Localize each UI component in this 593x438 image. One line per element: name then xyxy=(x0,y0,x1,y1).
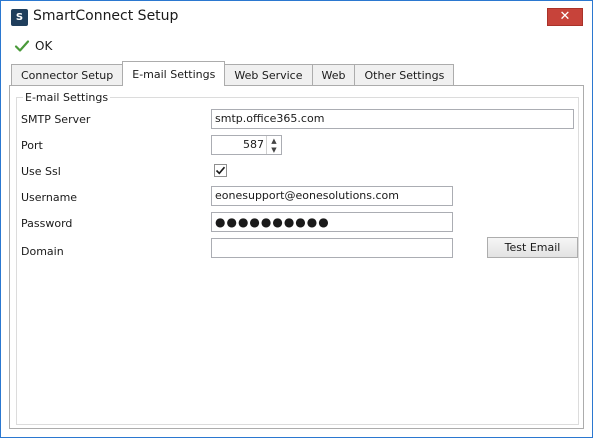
tab-connector-setup[interactable]: Connector Setup xyxy=(11,64,124,86)
app-icon: S xyxy=(11,9,28,26)
username-label: Username xyxy=(21,191,78,204)
spin-up-icon[interactable]: ▲ xyxy=(267,136,281,145)
group-title: E-mail Settings xyxy=(23,91,111,104)
window-title: SmartConnect Setup xyxy=(33,8,179,24)
tab-other-settings[interactable]: Other Settings xyxy=(354,64,455,86)
use-ssl-label: Use Ssl xyxy=(21,165,61,178)
port-stepper[interactable]: 587 ▲ ▼ xyxy=(211,135,282,155)
password-input[interactable]: ●●●●●●●●●● xyxy=(211,212,453,232)
password-label: Password xyxy=(21,217,73,230)
domain-input[interactable] xyxy=(211,238,453,258)
use-ssl-checkbox[interactable] xyxy=(214,164,227,177)
tab-web-service[interactable]: Web Service xyxy=(224,64,313,86)
spin-down-icon[interactable]: ▼ xyxy=(267,145,281,154)
checkmark-icon xyxy=(215,166,226,175)
username-input[interactable]: eonesupport@eonesolutions.com xyxy=(211,186,453,206)
ok-label: OK xyxy=(35,39,53,53)
tab-web[interactable]: Web xyxy=(311,64,356,86)
email-settings-panel: E-mail Settings SMTP Server smtp.office3… xyxy=(9,85,584,429)
port-value: 587 xyxy=(243,138,264,151)
port-label: Port xyxy=(21,139,43,152)
email-settings-group: E-mail Settings xyxy=(16,91,579,425)
close-button[interactable]: ✕ xyxy=(547,8,583,26)
domain-label: Domain xyxy=(21,245,64,258)
toolbar: OK xyxy=(2,34,591,59)
title-bar[interactable]: S SmartConnect Setup ✕ xyxy=(1,1,592,33)
tab-email-settings[interactable]: E-mail Settings xyxy=(122,61,226,86)
test-email-button[interactable]: Test Email xyxy=(487,237,578,258)
smtp-server-label: SMTP Server xyxy=(21,113,91,126)
setup-window: S SmartConnect Setup ✕ OK Connector Setu… xyxy=(0,0,593,438)
ok-button[interactable]: OK xyxy=(14,36,52,56)
checkmark-icon xyxy=(14,38,30,54)
port-spin-buttons: ▲ ▼ xyxy=(266,136,281,154)
smtp-server-input[interactable]: smtp.office365.com xyxy=(211,109,574,129)
tab-strip: Connector Setup E-mail Settings Web Serv… xyxy=(11,61,455,86)
